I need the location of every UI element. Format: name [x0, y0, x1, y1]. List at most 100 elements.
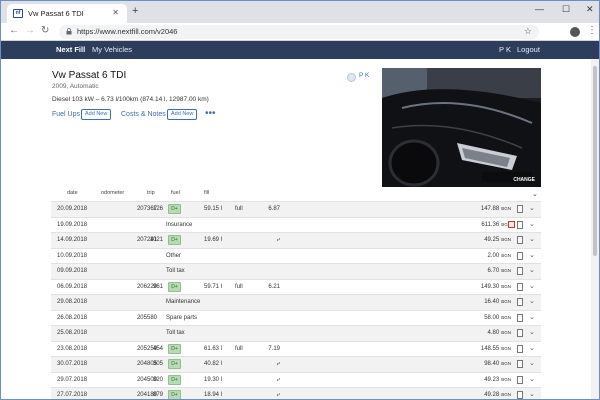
tab-costs-notes[interactable]: Costs & Notes [121, 111, 166, 118]
amount-currency: BGN [501, 392, 511, 397]
address-bar[interactable]: https://www.nextfill.com/v2046 ☆ [59, 25, 539, 39]
calendar-warning-icon[interactable] [508, 220, 515, 228]
row-fill: 59.71 l [203, 283, 222, 290]
row-expand-chevron-icon[interactable]: ⌄ [529, 375, 535, 383]
row-trip: 320 [152, 376, 163, 383]
row-trip: 961 [152, 283, 163, 290]
change-photo-button[interactable]: CHANGE [513, 177, 535, 183]
document-icon[interactable] [517, 298, 523, 306]
browser-tab[interactable]: nf Vw Passat 6 TDI ✕ [7, 4, 127, 23]
table-row[interactable]: 10.09.2018 Other 2.00 BGN ⌄ [51, 247, 541, 264]
document-icon[interactable] [517, 282, 523, 291]
row-expand-chevron-icon[interactable]: ⌄ [529, 235, 535, 243]
col-odometer: odometer [101, 190, 125, 196]
row-expand-chevron-icon[interactable]: ⌄ [529, 204, 535, 212]
amount-value: 49.25 [484, 237, 500, 243]
row-date: 30.07.2018 [57, 361, 88, 367]
row-fill: 18.94 l [203, 392, 222, 398]
amount-currency: BGN [501, 268, 511, 273]
row-amount: 58.00 BGN [461, 315, 511, 321]
row-expand-chevron-icon[interactable]: ⌄ [529, 359, 535, 367]
amount-value: 149.30 [480, 283, 500, 290]
new-tab-plus-icon[interactable]: + [132, 5, 138, 17]
browser-toolbar: ← → ↻ https://www.nextfill.com/v2046 ☆ ⋮ [1, 23, 599, 41]
tab-title: Vw Passat 6 TDI [28, 9, 84, 18]
minimize-icon[interactable]: — [535, 4, 544, 14]
row-fill: 19.30 l [203, 376, 222, 383]
row-expand-chevron-icon[interactable]: ⌄ [529, 328, 535, 336]
row-expand-chevron-icon[interactable]: ⌄ [529, 344, 535, 352]
document-icon[interactable] [517, 251, 523, 260]
table-row[interactable]: 20.09.2018 207367 126 D+ 59.15 l full 6.87 147.… [51, 201, 541, 217]
document-icon[interactable] [517, 313, 523, 322]
reload-icon[interactable]: ↻ [41, 25, 49, 36]
row-expand-chevron-icon[interactable]: ⌄ [529, 297, 535, 305]
document-icon[interactable] [517, 205, 523, 213]
window-close-icon[interactable]: ✕ [586, 4, 594, 15]
logout-link[interactable]: Logout [517, 45, 540, 54]
row-expand-chevron-icon[interactable]: ⌄ [529, 282, 535, 290]
document-icon[interactable] [517, 391, 523, 399]
table-row[interactable]: 26.08.2018 205580 Spare parts 58.00 BGN ⌄ [51, 309, 541, 326]
amount-currency: BGN [501, 206, 511, 211]
table-row[interactable]: 25.08.2018 Toll tax 4.80 BGN ⌄ [51, 325, 541, 341]
more-options-icon[interactable]: ••• [205, 108, 216, 119]
tab-close-icon[interactable]: ✕ [112, 8, 119, 17]
add-fuel-up-button[interactable]: Add New [81, 109, 112, 120]
back-arrow-icon[interactable]: ← [9, 25, 19, 36]
add-cost-button[interactable]: Add New [167, 109, 198, 120]
document-icon[interactable] [517, 375, 523, 384]
nav-user-name[interactable]: P K [499, 45, 511, 54]
row-fill: 61.63 l [203, 345, 222, 352]
row-expand-chevron-icon[interactable]: ⌄ [529, 313, 535, 321]
bookmark-star-icon[interactable]: ☆ [524, 26, 532, 37]
vehicle-subtitle: 2009, Automatic [52, 83, 99, 90]
table-row[interactable]: 06.09.2018 206220 961 D+ 59.71 l full 6.21 149.… [51, 278, 541, 295]
forward-arrow-icon[interactable]: → [25, 25, 35, 36]
table-row[interactable]: 30.07.2018 204805 305 D+ 40.82 l ⤶ 98.40 BGN ⌄ [51, 356, 541, 372]
browser-menu-icon[interactable]: ⋮ [587, 25, 597, 36]
nav-my-vehicles[interactable]: My Vehicles [92, 45, 132, 54]
document-icon[interactable] [517, 329, 523, 337]
document-icon[interactable] [517, 344, 523, 353]
brand-logo[interactable]: Next Fill [56, 45, 85, 54]
table-row[interactable]: 29.07.2018 204500 320 D+ 19.30 l ⤶ 49.23 BGN ⌄ [51, 371, 541, 388]
table-row[interactable]: 23.08.2018 205259 454 D+ 61.63 l full 7.19 148.… [51, 340, 541, 357]
document-icon[interactable] [517, 220, 523, 229]
amount-currency: BGN [501, 330, 511, 335]
row-full: full [235, 283, 243, 290]
table-row[interactable]: 14.09.2018 207241 1021 D+ 19.69 l ⤶ 49.25 BGN ⌄ [51, 232, 541, 248]
profile-avatar-icon[interactable] [570, 27, 580, 37]
row-cost-type: Toll tax [166, 268, 185, 274]
row-trip: 454 [152, 345, 163, 352]
owner-name[interactable]: P K [359, 72, 369, 79]
table-row[interactable]: 29.08.2018 Maintenance 16.40 BGN ⌄ [51, 294, 541, 310]
row-consumption: ⤶ [276, 361, 280, 367]
scrollbar-thumb[interactable] [593, 66, 597, 256]
row-expand-chevron-icon[interactable]: ⌄ [529, 251, 535, 259]
table-row[interactable]: 27.07.2018 204180 879 D+ 18.94 l ⤶ 49.28 BGN ⌄ [51, 387, 541, 399]
row-amount: 98.40 BGN [461, 361, 511, 367]
col-fill: fill [204, 190, 210, 196]
maximize-icon[interactable]: ☐ [562, 4, 570, 15]
vehicle-title: Vw Passat 6 TDI [52, 70, 127, 81]
row-amount: 149.30 BGN [461, 284, 511, 290]
row-consumption: ⤶ [276, 237, 280, 243]
row-amount: 49.25 BGN [461, 237, 511, 243]
row-consumption: ⤶ [276, 392, 280, 398]
row-expand-chevron-icon[interactable]: ⌄ [529, 390, 535, 398]
document-icon[interactable] [517, 360, 523, 368]
document-icon[interactable] [517, 267, 523, 275]
tab-fuel-ups[interactable]: Fuel Ups [52, 111, 80, 118]
table-sort-chevron-icon[interactable]: ⌄ [532, 190, 538, 198]
fuel-type-badge: D+ [168, 235, 181, 245]
browser-window: nf Vw Passat 6 TDI ✕ + — ☐ ✕ ← → ↻ https… [0, 0, 600, 400]
table-row[interactable]: 19.09.2018 Insurance 611.36 BGN ⌄ [51, 216, 541, 233]
amount-value: 49.23 [484, 376, 500, 383]
row-expand-chevron-icon[interactable]: ⌄ [529, 220, 535, 228]
amount-currency: BGN [501, 237, 511, 242]
row-expand-chevron-icon[interactable]: ⌄ [529, 266, 535, 274]
table-row[interactable]: 09.09.2018 Toll tax 6.70 BGN ⌄ [51, 263, 541, 279]
document-icon[interactable] [517, 236, 523, 244]
row-cost-type: Insurance [166, 221, 193, 228]
